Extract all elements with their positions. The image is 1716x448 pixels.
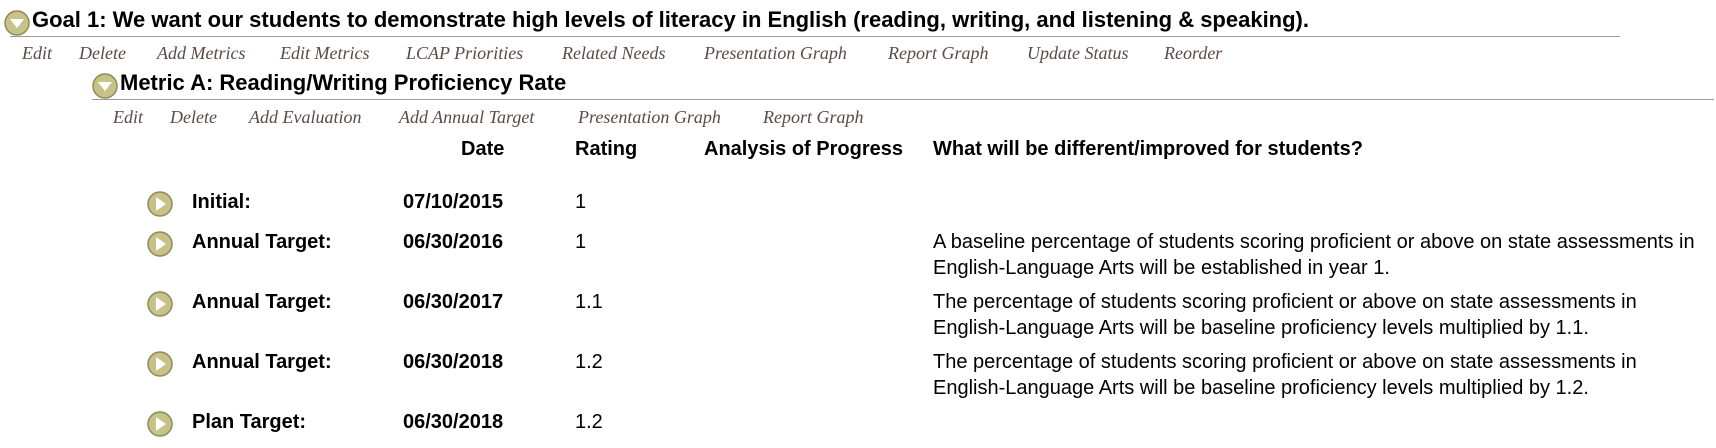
row-rating: 1.2	[575, 351, 603, 373]
goal-related-needs-link[interactable]: Related Needs	[562, 42, 665, 64]
goal-edit-metrics-link[interactable]: Edit Metrics	[280, 42, 369, 64]
row-rating: 1	[575, 191, 587, 213]
goal-lcap-priorities-link[interactable]: LCAP Priorities	[406, 42, 523, 64]
row-label: Annual Target:	[192, 291, 332, 313]
row-rating: 1.1	[575, 291, 603, 313]
collapse-metric-icon[interactable]	[91, 72, 119, 100]
goal-presentation-graph-link[interactable]: Presentation Graph	[704, 42, 847, 64]
row-label: Annual Target:	[192, 351, 332, 373]
row-label: Plan Target:	[192, 411, 307, 433]
row-date: 06/30/2017	[403, 291, 504, 313]
metric-report-graph-link[interactable]: Report Graph	[763, 106, 864, 128]
metric-presentation-graph-link[interactable]: Presentation Graph	[578, 106, 721, 128]
goal-delete-link[interactable]: Delete	[79, 42, 126, 64]
expand-row-icon[interactable]	[146, 410, 174, 438]
row-description: The percentage of students scoring profi…	[933, 291, 1637, 339]
row-label: Initial:	[192, 191, 251, 213]
goal-reorder-link[interactable]: Reorder	[1164, 42, 1222, 64]
metric-edit-link[interactable]: Edit	[113, 106, 143, 128]
goal-divider	[10, 36, 1620, 37]
goal-add-metrics-link[interactable]: Add Metrics	[157, 42, 245, 64]
row-description: The percentage of students scoring profi…	[933, 351, 1637, 399]
metric-divider	[92, 99, 1714, 100]
expand-row-icon[interactable]	[146, 190, 174, 218]
goal-title: Goal 1: We want our students to demonstr…	[32, 7, 1309, 32]
metric-delete-link[interactable]: Delete	[170, 106, 217, 128]
expand-row-icon[interactable]	[146, 290, 174, 318]
metric-add-evaluation-link[interactable]: Add Evaluation	[249, 106, 361, 128]
goal-report-graph-link[interactable]: Report Graph	[888, 42, 989, 64]
column-header-date: Date	[461, 138, 505, 160]
row-date: 06/30/2016	[403, 231, 504, 253]
row-description: A baseline percentage of students scorin…	[933, 231, 1695, 279]
row-date: 06/30/2018	[403, 411, 504, 433]
column-header-improved: What will be different/improved for stud…	[933, 138, 1364, 160]
row-rating: 1.2	[575, 411, 603, 433]
collapse-goal-icon[interactable]	[3, 9, 31, 37]
row-date: 07/10/2015	[403, 191, 504, 213]
row-rating: 1	[575, 231, 587, 253]
expand-row-icon[interactable]	[146, 230, 174, 258]
metric-title: Metric A: Reading/Writing Proficiency Ra…	[120, 70, 567, 95]
goal-edit-link[interactable]: Edit	[22, 42, 52, 64]
column-header-analysis: Analysis of Progress	[704, 138, 903, 160]
row-date: 06/30/2018	[403, 351, 504, 373]
metric-add-annual-target-link[interactable]: Add Annual Target	[399, 106, 534, 128]
expand-row-icon[interactable]	[146, 350, 174, 378]
column-header-rating: Rating	[575, 138, 638, 160]
goal-update-status-link[interactable]: Update Status	[1027, 42, 1129, 64]
row-label: Annual Target:	[192, 231, 332, 253]
